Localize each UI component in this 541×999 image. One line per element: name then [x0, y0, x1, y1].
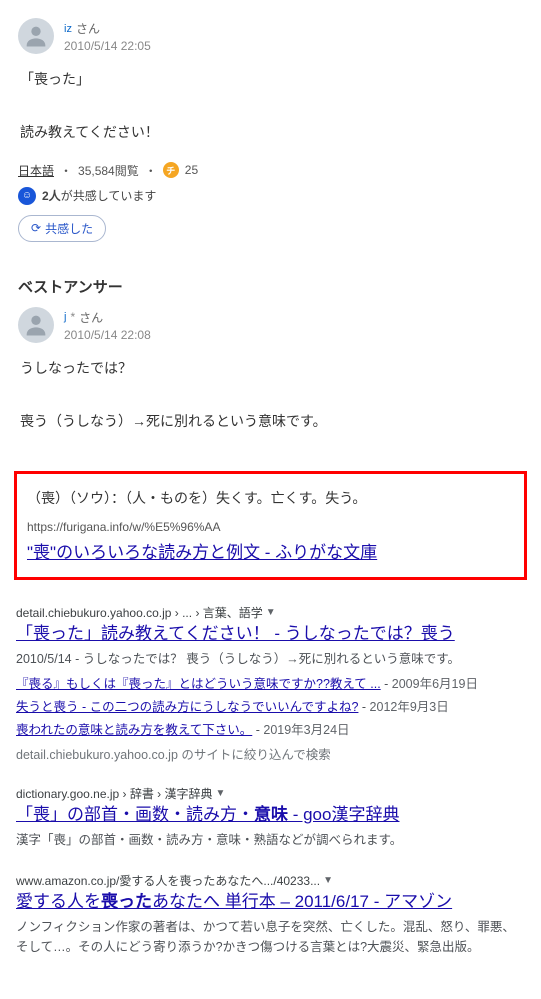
asker-row: iz さん 2010/5/14 22:05: [18, 18, 523, 54]
refresh-icon: ⟳: [31, 221, 41, 235]
answer-body: うしなったでは？ 喪う（うしなう）→死に別れるという意味です。: [20, 355, 521, 435]
category-link[interactable]: 日本語: [18, 162, 54, 179]
dropdown-icon[interactable]: ▼: [216, 788, 226, 799]
search-result: dictionary.goo.ne.jp › 辞書 › 漢字辞典 ▼ 「喪」の部…: [16, 785, 525, 850]
question-line1: 「喪った」: [20, 66, 521, 93]
answerer-avatar[interactable]: [18, 307, 54, 343]
coin-icon: チ: [163, 162, 179, 178]
coin-count: 25: [185, 163, 198, 177]
question-meta-row: 日本語 ・ 35,584閲覧 ・ チ 25: [18, 162, 523, 179]
asker-meta: iz さん 2010/5/14 22:05: [64, 18, 151, 53]
asker-id[interactable]: iz: [64, 23, 72, 35]
definition-link[interactable]: "喪"のいろいろな読み方と例文 - ふりがな文庫: [27, 543, 377, 562]
related-date: 2012年9月3日: [370, 700, 449, 714]
result-title-link[interactable]: 「喪った」読み教えてください！ - うしなったでは？喪う: [16, 623, 455, 645]
dropdown-icon[interactable]: ▼: [323, 875, 333, 886]
result-snippet: ノンフィクション作家の著者は、かつて若い息子を突然、亡くした。混乱、怒り、罪悪、…: [16, 917, 525, 957]
related-question-link[interactable]: 失うと喪う - この二つの読み方にうしなうでいいんですよね?: [16, 700, 358, 714]
breadcrumb-text: dictionary.goo.ne.jp › 辞書 › 漢字辞典: [16, 785, 213, 802]
question-line2: 読み教えてください！: [20, 119, 521, 146]
result-subline: 『喪る』もしくは『喪った』とはどういう意味ですか??教えて ... - 2009…: [16, 673, 525, 692]
asker-avatar[interactable]: [18, 18, 54, 54]
view-count: 35,584閲覧: [78, 162, 139, 179]
question-body: 「喪った」 読み教えてください！: [20, 66, 521, 146]
answerer-row: j * さん 2010/5/14 22:08: [18, 307, 523, 343]
result-breadcrumb: detail.chiebukuro.yahoo.co.jp › ... › 言葉…: [16, 604, 525, 621]
sympathy-row: ☺ 2人が共感しています: [18, 187, 523, 205]
search-result: detail.chiebukuro.yahoo.co.jp › ... › 言葉…: [16, 604, 525, 763]
sympathizers-text: が共感しています: [61, 189, 157, 203]
highlighted-definition-box: （喪）（ソウ）：（人・ものを）失くす。亡くす。失う。 https://furig…: [14, 471, 527, 580]
definition-url: https://furigana.info/w/%E5%96%AA: [27, 520, 514, 534]
meta-sep2: ・: [145, 162, 157, 179]
breadcrumb-text: www.amazon.co.jp/愛する人を喪ったあなたへ.../40233..…: [16, 872, 320, 889]
dropdown-icon[interactable]: ▼: [266, 607, 276, 618]
answer-line2: 喪う（うしなう）→死に別れるという意味です。: [20, 408, 521, 435]
sympathizers-count: 2人: [42, 189, 61, 203]
answerer-censor: *: [70, 310, 75, 324]
result-subline: 失うと喪う - この二つの読み方にうしなうでいいんですよね? - 2012年9月…: [16, 696, 525, 715]
result-snippet: 漢字「喪」の部首・画数・読み方・意味・熟語などが調べられます。: [16, 830, 525, 850]
sympathy-icon: ☺: [18, 187, 36, 205]
related-date: 2009年6月19日: [392, 677, 478, 691]
more-from-site[interactable]: detail.chiebukuro.yahoo.co.jp のサイトに絞り込んで…: [16, 744, 525, 763]
question-block: iz さん 2010/5/14 22:05 「喪った」 読み教えてください！ 日…: [0, 0, 541, 252]
best-answer-title: ベストアンサー: [18, 276, 523, 297]
result-title-link[interactable]: 愛する人を喪ったあなたへ 単行本 – 2011/6/17 - アマゾン: [16, 891, 452, 913]
search-results: detail.chiebukuro.yahoo.co.jp › ... › 言葉…: [0, 598, 541, 991]
result-breadcrumb: www.amazon.co.jp/愛する人を喪ったあなたへ.../40233..…: [16, 872, 525, 889]
result-breadcrumb: dictionary.goo.ne.jp › 辞書 › 漢字辞典 ▼: [16, 785, 525, 802]
person-icon: [22, 311, 50, 339]
kanji-definition: （喪）（ソウ）：（人・ものを）失くす。亡くす。失う。: [27, 488, 514, 508]
sympathize-button[interactable]: ⟳ 共感した: [18, 215, 106, 242]
answerer-id[interactable]: j: [64, 311, 66, 323]
related-question-link[interactable]: 喪われたの意味と読み方を教えて下さい。: [16, 723, 252, 737]
best-answer-block: ベストアンサー j * さん 2010/5/14 22:08 うしなったでは？ …: [0, 276, 541, 465]
answerer-suffix: さん: [79, 309, 103, 326]
sympathize-label: 共感した: [45, 220, 93, 237]
question-timestamp: 2010/5/14 22:05: [64, 39, 151, 53]
meta-sep: ・: [60, 162, 72, 179]
result-title-link[interactable]: 「喪」の部首・画数・読み方・意味 - goo漢字辞典: [16, 804, 399, 826]
related-date: 2019年3月24日: [263, 723, 349, 737]
related-question-link[interactable]: 『喪る』もしくは『喪った』とはどういう意味ですか??教えて ...: [16, 677, 381, 691]
breadcrumb-text: detail.chiebukuro.yahoo.co.jp › ... › 言葉…: [16, 604, 263, 621]
answer-timestamp: 2010/5/14 22:08: [64, 328, 151, 342]
asker-suffix: さん: [76, 20, 100, 37]
result-snippet: 2010/5/14 - うしなったでは？ 喪う（うしなう）→死に別れるという意味…: [16, 649, 525, 669]
result-subline: 喪われたの意味と読み方を教えて下さい。 - 2019年3月24日: [16, 719, 525, 738]
answerer-meta: j * さん 2010/5/14 22:08: [64, 307, 151, 342]
person-icon: [22, 22, 50, 50]
search-result: www.amazon.co.jp/愛する人を喪ったあなたへ.../40233..…: [16, 872, 525, 957]
answer-line1: うしなったでは？: [20, 355, 521, 382]
